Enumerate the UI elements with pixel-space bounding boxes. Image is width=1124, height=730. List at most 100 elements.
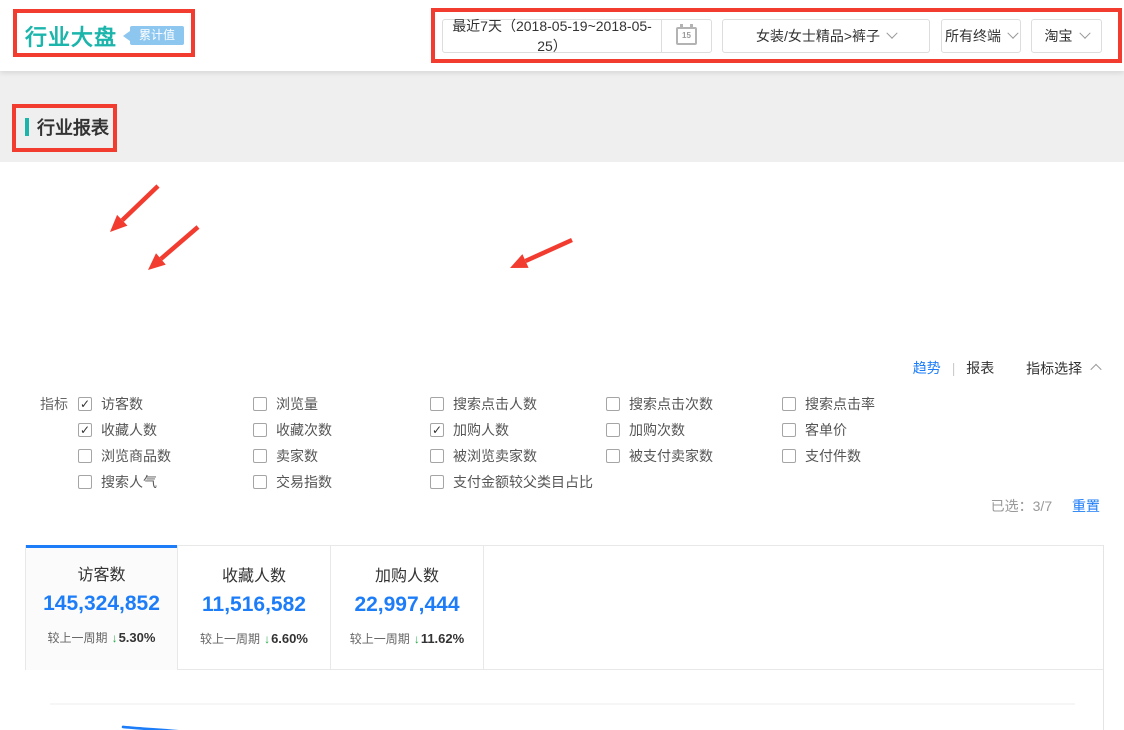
metric-checkbox-item[interactable]: 收藏次数 [253,417,430,443]
checkbox-unchecked-icon[interactable] [253,475,267,489]
date-range-text: 最近7天（2018-05-19~2018-05-25） [443,16,661,56]
page: 行业报表 趋势 | 报表 指标选择 指标 ✓访客数✓收藏人数浏览商品数搜索人气浏… [0,0,1124,730]
metric-checkbox-label: 被支付卖家数 [629,446,713,466]
metric-checkbox-label: 搜索人气 [101,472,157,492]
change-percent: 5.30% [119,630,156,645]
section-title: 行业报表 [25,114,109,140]
metric-checkbox-item[interactable]: 搜索人气 [78,469,253,495]
compare-label: 较上一周期 [48,631,108,645]
metric-checkbox-label: 被浏览卖家数 [453,446,537,466]
checkbox-unchecked-icon[interactable] [782,397,796,411]
checkbox-checked-icon[interactable]: ✓ [78,423,92,437]
category-select[interactable]: 女装/女士精品>裤子 [722,19,930,53]
metric-checkbox-label: 搜索点击人数 [453,394,537,414]
checkbox-unchecked-icon[interactable] [430,449,444,463]
metric-checkbox-label: 收藏次数 [276,420,332,440]
page-background-band [0,71,1124,162]
checkbox-checked-icon[interactable]: ✓ [430,423,444,437]
platform-select-value: 淘宝 [1045,26,1073,46]
selected-summary-row: 已选：3/7 重置 [0,496,1100,516]
summary-tab-value: 145,324,852 [43,592,160,616]
metric-checkbox-item[interactable]: ✓ 访客数 [78,391,253,417]
metric-checkbox-label: 浏览商品数 [101,446,171,466]
checkbox-checked-icon[interactable]: ✓ [78,397,92,411]
metric-checkbox-item[interactable]: 支付金额较父类目占比 [430,469,606,495]
terminal-select[interactable]: 所有终端 [941,19,1021,53]
checkbox-unchecked-icon[interactable] [78,475,92,489]
metric-checkbox-item[interactable]: 交易指数 [253,469,430,495]
view-switch-row: 趋势 | 报表 指标选择 [0,358,1100,378]
down-arrow-icon: ↓ [112,631,118,645]
metric-checkbox-item[interactable]: 卖家数 [253,443,430,469]
terminal-select-value: 所有终端 [945,26,1001,46]
metric-column: 搜索点击次数加购次数被支付卖家数 [606,391,782,495]
metric-checkbox-label: 加购人数 [453,420,509,440]
metric-checkbox-label: 支付件数 [805,446,861,466]
summary-tab-value: 22,997,444 [354,593,459,617]
platform-select[interactable]: 淘宝 [1031,19,1102,53]
summary-tab-title: 收藏人数 [222,562,286,586]
metric-checkbox-item[interactable]: 加购次数 [606,417,782,443]
checkbox-unchecked-icon[interactable] [78,449,92,463]
chevron-down-icon [886,28,897,39]
metric-column: 搜索点击人数 ✓ 加购人数被浏览卖家数支付金额较父类目占比 [430,391,606,495]
checkbox-unchecked-icon[interactable] [606,397,620,411]
date-range-select[interactable]: 最近7天（2018-05-19~2018-05-25） 15 [442,19,712,53]
down-arrow-icon: ↓ [264,632,270,646]
metric-checkbox-item[interactable]: ✓收藏人数 [78,417,253,443]
checkbox-unchecked-icon[interactable] [606,423,620,437]
section-accent-bar [25,118,29,136]
metric-checkbox-label: 卖家数 [276,446,318,466]
table-view-link[interactable]: 报表 [966,360,994,376]
line-chart[interactable]: 2018-05-192018-05-202018-05-212018-05-22… [0,670,1124,730]
metric-checkbox-item[interactable]: 被支付卖家数 [606,443,782,469]
metric-checkbox-label: 搜索点击率 [805,394,875,414]
metric-checkbox-item[interactable]: 被浏览卖家数 [430,443,606,469]
checkbox-unchecked-icon[interactable] [782,449,796,463]
report-card: 趋势 | 报表 指标选择 指标 ✓访客数✓收藏人数浏览商品数搜索人气浏览量收藏次… [0,162,1124,730]
summary-tab-1[interactable]: 访客数145,324,852较上一周期↓5.30% [26,548,177,670]
metric-checkbox-item[interactable]: 支付件数 [782,443,972,469]
metric-checkbox-item[interactable]: 搜索点击率 [782,391,972,417]
compare-label: 较上一周期 [350,632,410,646]
metric-checkbox-item[interactable]: 浏览量 [253,391,430,417]
metric-checkbox-grid: ✓ 访客数 ✓收藏人数浏览商品数搜索人气 浏览量收藏次数卖家数交易指数 搜索点击人数 ✓ 加… [78,391,972,495]
metric-checkbox-item[interactable]: 浏览商品数 [78,443,253,469]
metric-checkbox-label: 交易指数 [276,472,332,492]
metric-checkbox-label: 支付金额较父类目占比 [453,472,593,492]
summary-tab-compare: 较上一周期↓11.62% [350,630,464,647]
section-title-text: 行业报表 [37,114,109,140]
calendar-button[interactable]: 15 [661,20,711,52]
metric-checkbox-label: 客单价 [805,420,847,440]
checkbox-unchecked-icon[interactable] [253,397,267,411]
summary-tab-strip: 访客数145,324,852较上一周期↓5.30%收藏人数11,516,582较… [25,545,1103,670]
checkbox-unchecked-icon[interactable] [782,423,796,437]
metric-checkbox-label: 访客数 [101,394,143,414]
indicator-select-toggle[interactable]: 指标选择 [1026,359,1100,375]
header: 行业大盘 累计值 最近7天（2018-05-19~2018-05-25） 15 … [0,0,1124,71]
checkbox-unchecked-icon[interactable] [430,475,444,489]
metric-checkbox-item[interactable]: 搜索点击人数 [430,391,606,417]
indicator-select-label: 指标选择 [1026,360,1082,376]
trend-view-link[interactable]: 趋势 [913,360,941,376]
metric-checkbox-item[interactable]: 客单价 [782,417,972,443]
metric-column: 搜索点击率客单价支付件数 [782,391,972,495]
checkbox-unchecked-icon[interactable] [253,423,267,437]
checkbox-unchecked-icon[interactable] [430,397,444,411]
metric-checkbox-item[interactable]: 搜索点击次数 [606,391,782,417]
reset-link[interactable]: 重置 [1072,498,1100,514]
change-percent: 11.62% [421,631,464,646]
checkbox-unchecked-icon[interactable] [606,449,620,463]
metric-column: 浏览量收藏次数卖家数交易指数 [253,391,430,495]
calendar-icon: 15 [676,27,697,45]
chevron-down-icon [1079,28,1090,39]
metric-checkbox-item[interactable]: ✓ 加购人数 [430,417,606,443]
category-select-value: 女装/女士精品>裤子 [756,26,880,46]
metrics-label: 指标 [40,394,68,414]
summary-tab-3[interactable]: 加购人数22,997,444较上一周期↓11.62% [331,546,483,669]
summary-tab-2[interactable]: 收藏人数11,516,582较上一周期↓6.60% [178,546,330,669]
page-title: 行业大盘 [25,20,117,52]
summary-tab-compare: 较上一周期 ↓5.30% [48,629,156,646]
compare-label: 较上一周期 [200,632,260,646]
checkbox-unchecked-icon[interactable] [253,449,267,463]
